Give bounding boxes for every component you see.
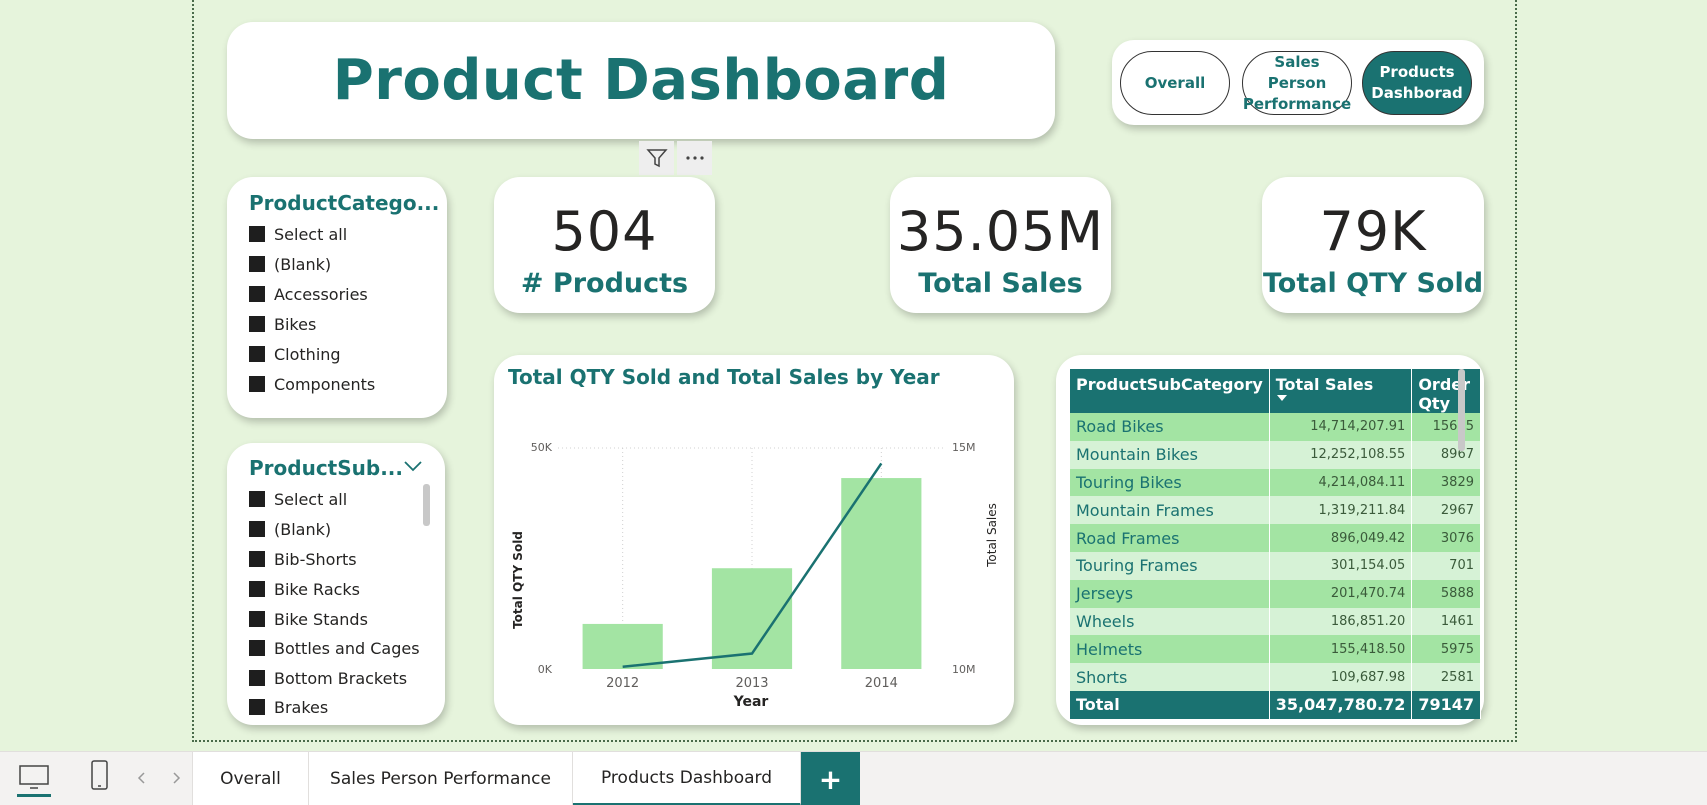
checkbox[interactable] bbox=[249, 699, 265, 715]
checkbox[interactable] bbox=[249, 670, 265, 686]
page-title: Product Dashboard bbox=[332, 48, 950, 113]
tab-sales-person-performance[interactable]: Sales Person Performance bbox=[309, 752, 573, 805]
page-tab-bar: Overall Sales Person Performance Product… bbox=[0, 751, 1707, 805]
checkbox[interactable] bbox=[249, 581, 265, 597]
nav-button-products[interactable]: Products Dashborad bbox=[1362, 51, 1472, 115]
chevron-down-icon[interactable] bbox=[403, 458, 423, 477]
kpi-label: Total Sales bbox=[918, 268, 1083, 299]
checkbox[interactable] bbox=[249, 346, 265, 362]
y-tick-bottom: 0K bbox=[538, 663, 553, 676]
table-total-row: Total 35,047,780.72 79147 bbox=[1070, 690, 1481, 719]
slicer-item[interactable]: Select all bbox=[249, 489, 347, 509]
desktop-layout-icon[interactable] bbox=[16, 760, 52, 798]
visual-header-toolbar bbox=[639, 141, 712, 175]
table-row[interactable]: Road Frames 896,049.42 3076 bbox=[1070, 524, 1481, 552]
table-row[interactable]: Jerseys 201,470.74 5888 bbox=[1070, 579, 1481, 608]
title-card: Product Dashboard bbox=[227, 22, 1055, 139]
filter-icon[interactable] bbox=[639, 141, 674, 175]
kpi-card-total-qty[interactable]: 79K Total QTY Sold bbox=[1262, 177, 1484, 313]
combo-chart: 50K 0K 15M 10M Year Total QTY Sold Total… bbox=[511, 441, 999, 710]
chevron-right-icon[interactable] bbox=[170, 770, 182, 790]
x-tick-label: 2012 bbox=[606, 676, 639, 691]
x-tick-label: 2013 bbox=[735, 676, 768, 691]
kpi-card-products[interactable]: 504 # Products bbox=[494, 177, 715, 313]
table-scrollbar[interactable] bbox=[1458, 369, 1465, 451]
slicer-item[interactable]: Bike Racks bbox=[249, 579, 360, 599]
column-header-order-qty[interactable]: Order Qty bbox=[1411, 369, 1481, 413]
checkbox[interactable] bbox=[249, 640, 265, 656]
tab-overall[interactable]: Overall bbox=[192, 752, 309, 805]
mobile-layout-icon[interactable] bbox=[88, 758, 112, 794]
table-row[interactable]: Touring Frames 301,154.05 701 bbox=[1070, 551, 1481, 580]
y2-tick-bottom: 10M bbox=[952, 663, 976, 676]
kpi-value: 504 bbox=[551, 200, 658, 263]
checkbox[interactable] bbox=[249, 376, 265, 392]
column-header-total-sales[interactable]: Total Sales bbox=[1269, 369, 1413, 413]
checkbox[interactable] bbox=[249, 491, 265, 507]
slicer-item[interactable]: Bikes bbox=[249, 314, 316, 334]
table-row[interactable]: Helmets 155,418.50 5975 bbox=[1070, 635, 1481, 664]
x-tick-label: 2014 bbox=[865, 676, 898, 691]
nav-button-overall-label: Overall bbox=[1144, 73, 1206, 92]
slicer-item[interactable]: Accessories bbox=[249, 284, 368, 304]
navigation-panel: Overall Sales Person Performance Products… bbox=[1112, 40, 1484, 125]
slicer-product-subcategory: ProductSub... Select all (Blank) Bib-Sho… bbox=[227, 443, 445, 725]
nav-button-sales-person-label: Sales Person Performance bbox=[1242, 52, 1352, 113]
y-axis-label: Total QTY Sold bbox=[511, 531, 525, 629]
bar-qty-2012[interactable] bbox=[582, 623, 663, 669]
slicer-item[interactable]: Components bbox=[249, 374, 375, 394]
kpi-label: Total QTY Sold bbox=[1262, 268, 1484, 299]
kpi-value: 35.05M bbox=[896, 200, 1105, 263]
slicer-item[interactable]: (Blank) bbox=[249, 254, 331, 274]
y2-axis-label: Total Sales bbox=[985, 503, 999, 568]
tab-products-dashboard[interactable]: Products Dashboard bbox=[573, 752, 801, 805]
table-row[interactable]: Wheels 186,851.20 1461 bbox=[1070, 607, 1481, 636]
y2-tick-top: 15M bbox=[952, 441, 976, 454]
subcategory-table-card[interactable]: ProductSubCategory Total Sales Order Qty… bbox=[1056, 355, 1484, 725]
table-row[interactable]: Mountain Bikes 12,252,108.55 8967 bbox=[1070, 440, 1481, 469]
slicer-item[interactable]: Bib-Shorts bbox=[249, 549, 357, 569]
kpi-card-total-sales[interactable]: 35.05M Total Sales bbox=[890, 177, 1111, 313]
slicer-item[interactable]: Clothing bbox=[249, 344, 341, 364]
x-axis-label: Year bbox=[733, 694, 769, 710]
slicer-item[interactable]: Select all bbox=[249, 224, 347, 244]
more-options-icon[interactable] bbox=[677, 141, 712, 175]
sort-descending-icon bbox=[1276, 395, 1287, 401]
nav-button-sales-person[interactable]: Sales Person Performance bbox=[1242, 51, 1352, 115]
checkbox[interactable] bbox=[249, 226, 265, 242]
y-tick-top: 50K bbox=[531, 441, 553, 454]
slicer-item[interactable]: Bike Stands bbox=[249, 609, 368, 629]
slicer-item[interactable]: Bottom Brackets bbox=[249, 668, 407, 688]
slicer-item[interactable]: (Blank) bbox=[249, 519, 331, 539]
add-page-button[interactable]: + bbox=[801, 752, 860, 805]
nav-button-products-label: Products Dashborad bbox=[1371, 63, 1463, 102]
table-row[interactable]: Touring Bikes 4,214,084.11 3829 bbox=[1070, 468, 1481, 497]
kpi-value: 79K bbox=[1319, 200, 1427, 263]
slicer-scrollbar[interactable] bbox=[423, 484, 430, 526]
slicer-item[interactable]: Bottles and Cages bbox=[249, 638, 420, 658]
kpi-label: # Products bbox=[520, 268, 689, 299]
checkbox[interactable] bbox=[249, 611, 265, 627]
slicer-title: ProductCatego... bbox=[249, 191, 440, 215]
combo-chart-card[interactable]: Total QTY Sold and Total Sales by Year 5… bbox=[494, 355, 1014, 725]
checkbox[interactable] bbox=[249, 286, 265, 302]
checkbox[interactable] bbox=[249, 521, 265, 537]
table-row[interactable]: Road Bikes 14,714,207.91 15635 bbox=[1070, 413, 1481, 441]
column-header-subcategory[interactable]: ProductSubCategory bbox=[1070, 369, 1270, 413]
subcategory-table: ProductSubCategory Total Sales Order Qty… bbox=[1070, 369, 1481, 719]
checkbox[interactable] bbox=[249, 316, 265, 332]
slicer-title: ProductSub... bbox=[249, 456, 403, 480]
checkbox[interactable] bbox=[249, 551, 265, 567]
table-row[interactable]: Mountain Frames 1,319,211.84 2967 bbox=[1070, 496, 1481, 525]
checkbox[interactable] bbox=[249, 256, 265, 272]
slicer-item[interactable]: Brakes bbox=[249, 697, 328, 717]
table-header-row: ProductSubCategory Total Sales Order Qty bbox=[1070, 369, 1481, 413]
slicer-product-category: ProductCatego... Select all (Blank) Acce… bbox=[227, 177, 447, 418]
chevron-left-icon[interactable] bbox=[136, 770, 148, 790]
nav-button-overall[interactable]: Overall bbox=[1120, 51, 1230, 115]
table-row[interactable]: Shorts 109,687.98 2581 bbox=[1070, 663, 1481, 691]
